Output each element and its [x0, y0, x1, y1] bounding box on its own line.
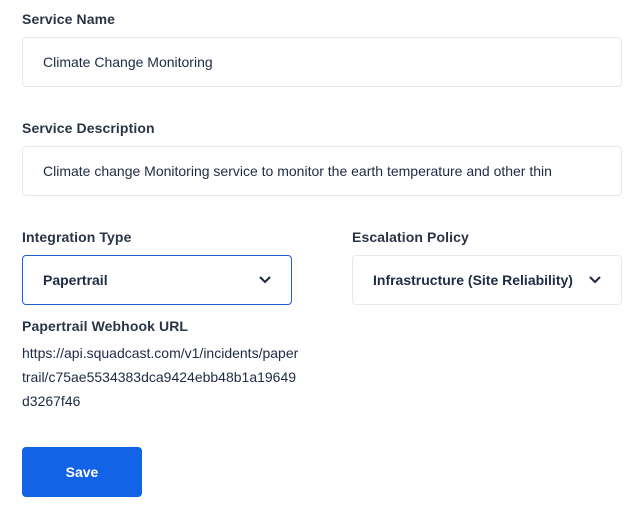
- integration-type-select[interactable]: Papertrail: [22, 255, 292, 305]
- chevron-down-icon: [589, 276, 601, 283]
- service-description-value: Climate change Monitoring service to mon…: [43, 163, 552, 179]
- chevron-down-icon: [259, 276, 271, 283]
- service-form: Service Name Climate Change Monitoring S…: [0, 0, 643, 520]
- service-name-input[interactable]: Climate Change Monitoring: [22, 37, 622, 87]
- integration-type-label: Integration Type: [22, 229, 132, 245]
- service-description-input[interactable]: Climate change Monitoring service to mon…: [22, 146, 622, 196]
- service-name-label: Service Name: [22, 11, 116, 27]
- escalation-policy-label: Escalation Policy: [352, 229, 469, 245]
- escalation-policy-select[interactable]: Infrastructure (Site Reliability): [352, 255, 622, 305]
- save-button[interactable]: Save: [22, 447, 142, 497]
- service-name-value: Climate Change Monitoring: [43, 54, 213, 70]
- integration-type-value: Papertrail: [43, 272, 108, 288]
- webhook-url-value: https://api.squadcast.com/v1/incidents/p…: [22, 345, 299, 409]
- service-description-label: Service Description: [22, 120, 155, 136]
- escalation-policy-value: Infrastructure (Site Reliability): [373, 272, 573, 288]
- webhook-url-label: Papertrail Webhook URL: [22, 318, 189, 334]
